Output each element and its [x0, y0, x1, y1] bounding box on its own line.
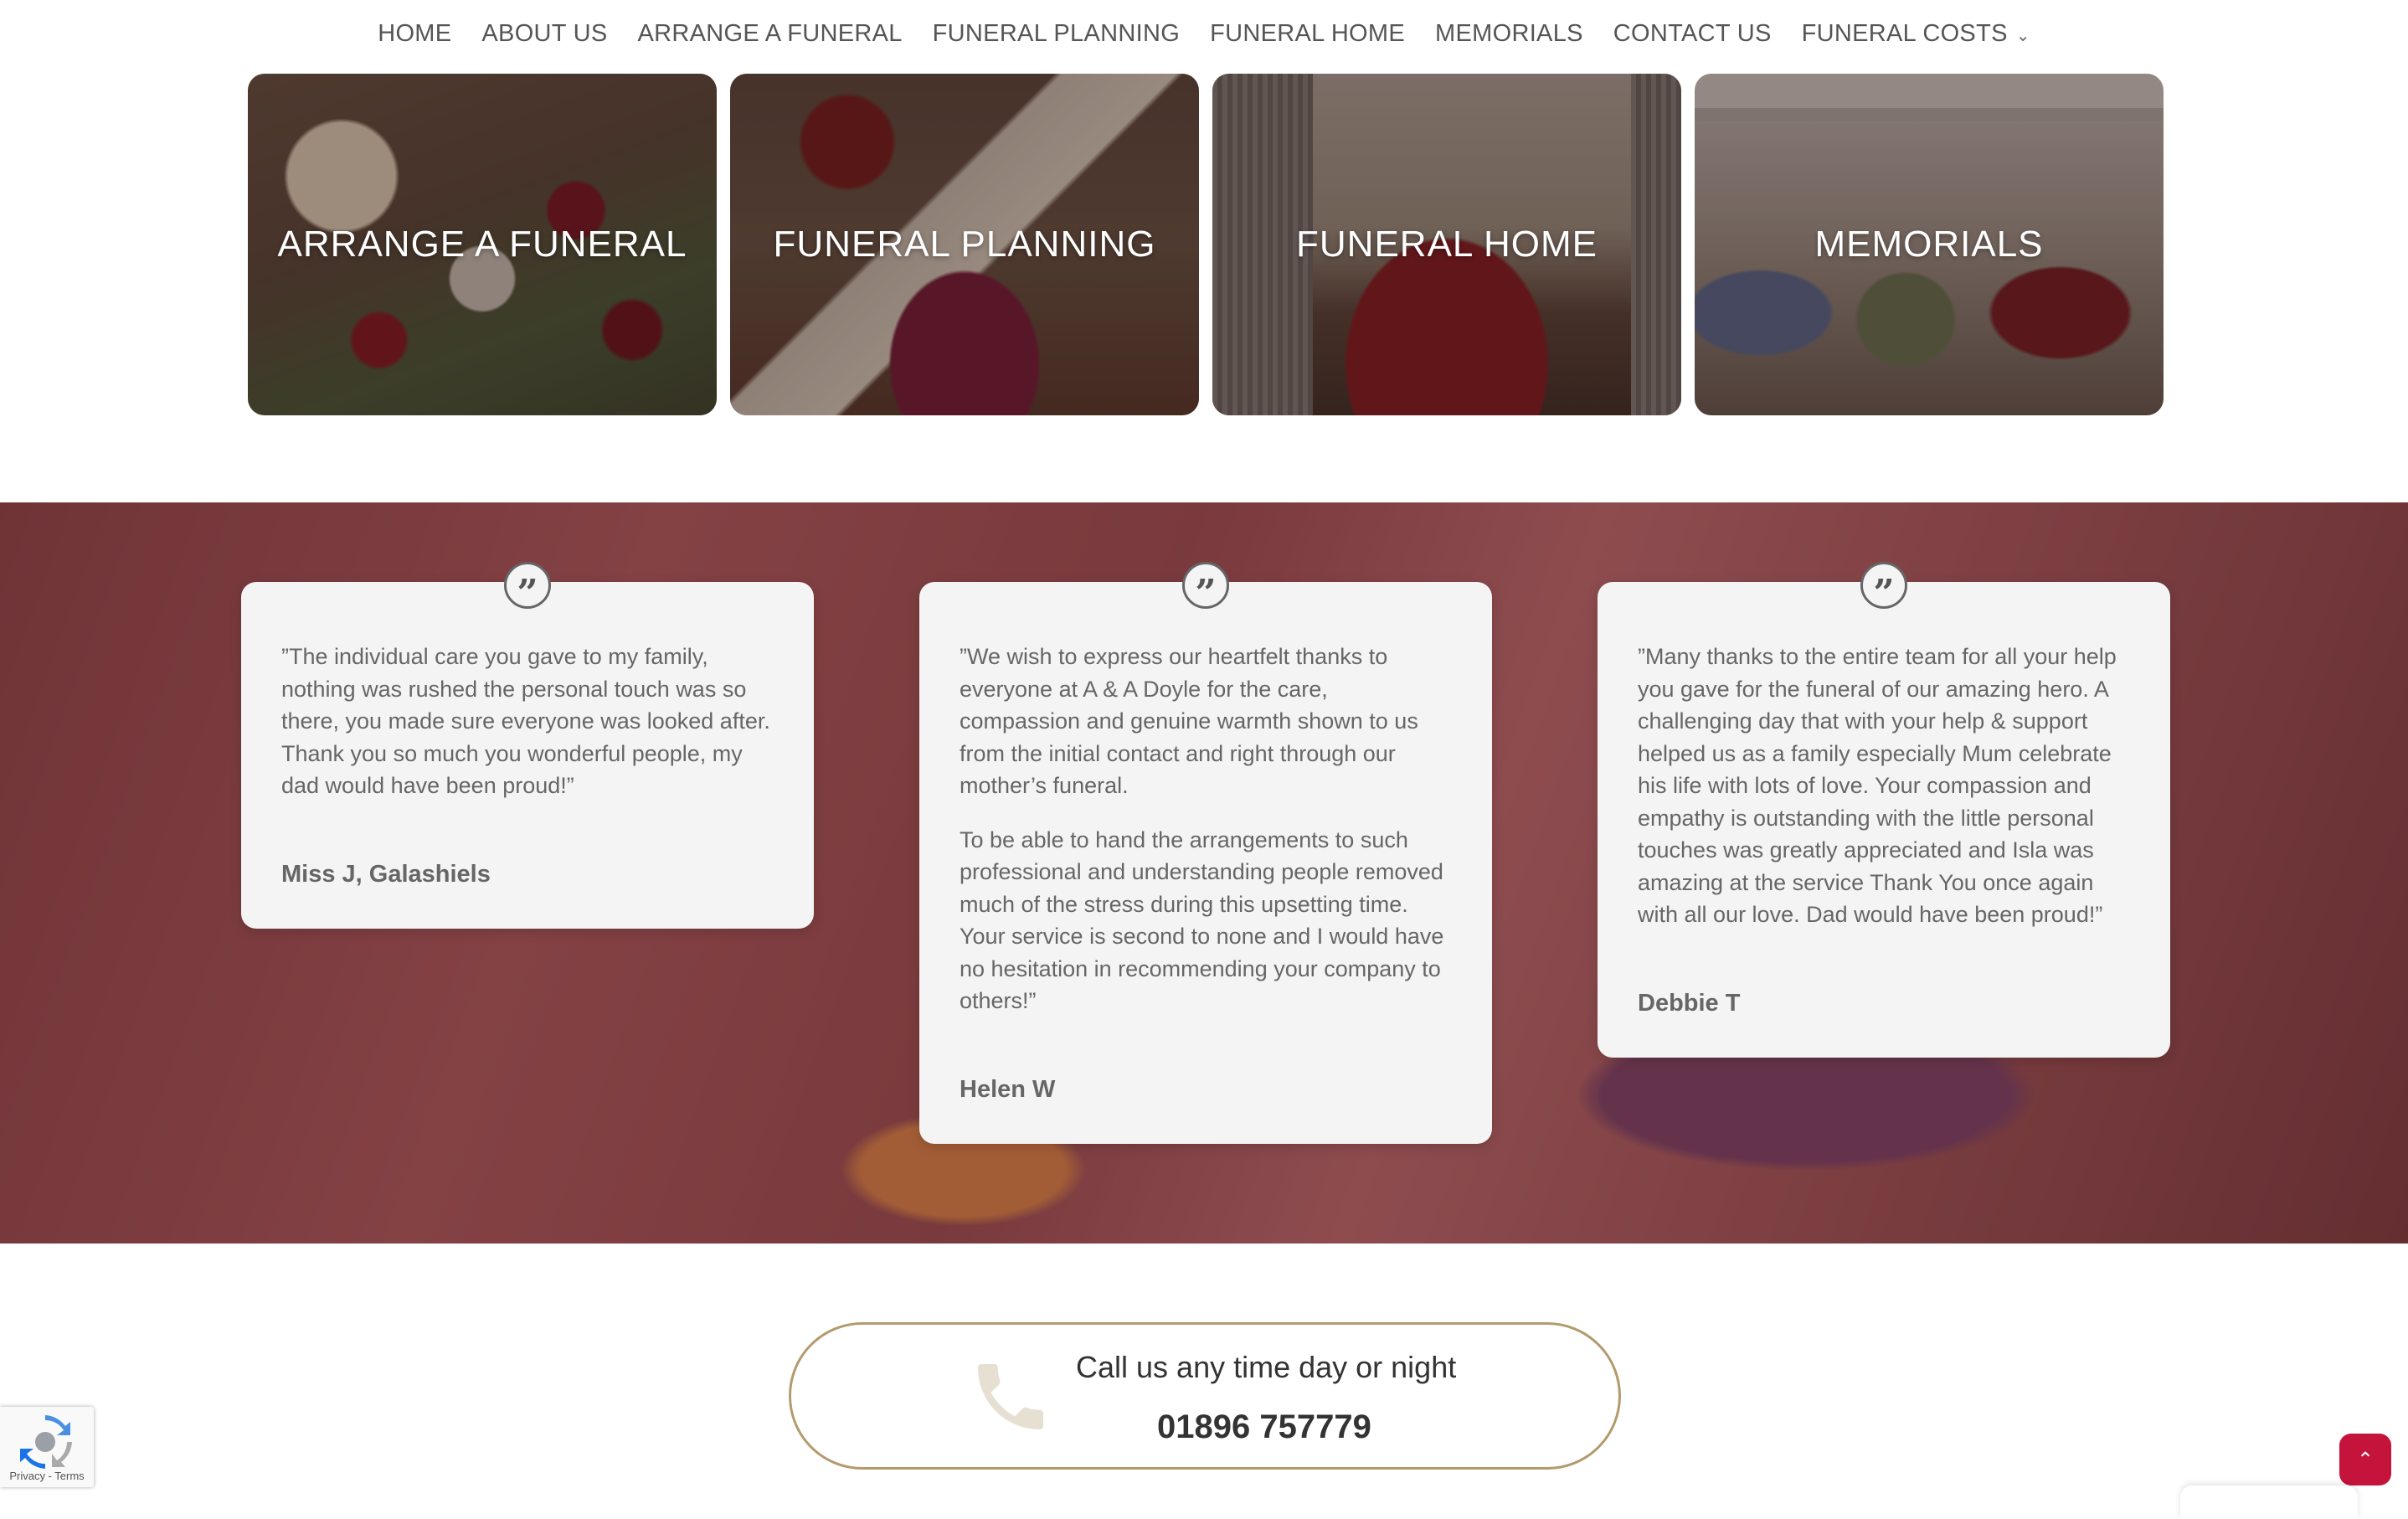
tile-label: FUNERAL HOME: [1296, 224, 1598, 265]
quote-icon: ”: [1860, 562, 1907, 612]
nav-funeral-costs-label: FUNERAL COSTS: [1801, 19, 2008, 47]
testimonial-author: Miss J, Galashiels: [281, 860, 491, 888]
tile-arrange-a-funeral[interactable]: ARRANGE A FUNERAL: [248, 74, 717, 415]
nav-about-us[interactable]: ABOUT US: [481, 20, 607, 48]
nav-arrange-a-funeral[interactable]: ARRANGE A FUNERAL: [638, 20, 903, 48]
quote-icon: ”: [1182, 562, 1229, 612]
call-us-title: Call us any time day or night: [1076, 1350, 1457, 1384]
testimonial-card: ” ”Many thanks to the entire team for al…: [1598, 562, 2170, 1058]
recaptcha-icon: [20, 1415, 72, 1469]
nav-home[interactable]: HOME: [378, 20, 451, 48]
tile-funeral-home[interactable]: FUNERAL HOME: [1212, 74, 1681, 415]
phone-number-link[interactable]: 01896 757779: [1157, 1408, 1371, 1446]
phone-icon: [978, 1364, 1043, 1429]
quote-icon: ”: [504, 562, 551, 612]
nav-contact-us[interactable]: CONTACT US: [1613, 20, 1772, 48]
chat-widget-tab[interactable]: [2180, 1486, 2358, 1519]
nav-funeral-home[interactable]: FUNERAL HOME: [1210, 20, 1405, 48]
back-to-top-button[interactable]: ⌃: [2339, 1434, 2391, 1486]
testimonial-author: Helen W: [960, 1075, 1056, 1103]
chevron-up-icon: ⌃: [2356, 1448, 2375, 1471]
testimonial-card: ” ”The individual care you gave to my fa…: [241, 562, 814, 929]
testimonial-card: ” ”We wish to express our heartfelt than…: [919, 562, 1492, 1144]
testimonials-section: ” ”The individual care you gave to my fa…: [0, 502, 2408, 1244]
tile-label: MEMORIALS: [1814, 224, 2044, 265]
call-us-box[interactable]: Call us any time day or night 01896 7577…: [789, 1322, 1621, 1470]
testimonial-text: ”We wish to express our heartfelt thanks…: [960, 644, 1418, 798]
nav-funeral-costs-dropdown[interactable]: FUNERAL COSTS ⌄: [1802, 20, 2030, 48]
chevron-down-icon: ⌄: [2015, 26, 2030, 45]
tile-label: ARRANGE A FUNERAL: [277, 224, 687, 265]
testimonial-text: ”The individual care you gave to my fami…: [281, 644, 770, 798]
nav-memorials[interactable]: MEMORIALS: [1435, 20, 1583, 48]
nav-funeral-planning[interactable]: FUNERAL PLANNING: [933, 20, 1180, 48]
recaptcha-terms[interactable]: Privacy - Terms: [0, 1470, 94, 1482]
tile-funeral-planning[interactable]: FUNERAL PLANNING: [730, 74, 1199, 415]
tile-memorials[interactable]: MEMORIALS: [1695, 74, 2164, 415]
tile-label: FUNERAL PLANNING: [773, 224, 1156, 265]
testimonial-text: To be able to hand the arrangements to s…: [960, 826, 1444, 1014]
service-tiles: ARRANGE A FUNERAL FUNERAL PLANNING FUNER…: [248, 74, 2164, 415]
testimonial-author: Debbie T: [1638, 989, 1741, 1017]
recaptcha-badge[interactable]: Privacy - Terms: [0, 1407, 94, 1487]
testimonial-text: ”Many thanks to the entire team for all …: [1638, 644, 2117, 927]
main-navigation: HOME ABOUT US ARRANGE A FUNERAL FUNERAL …: [0, 0, 2408, 67]
